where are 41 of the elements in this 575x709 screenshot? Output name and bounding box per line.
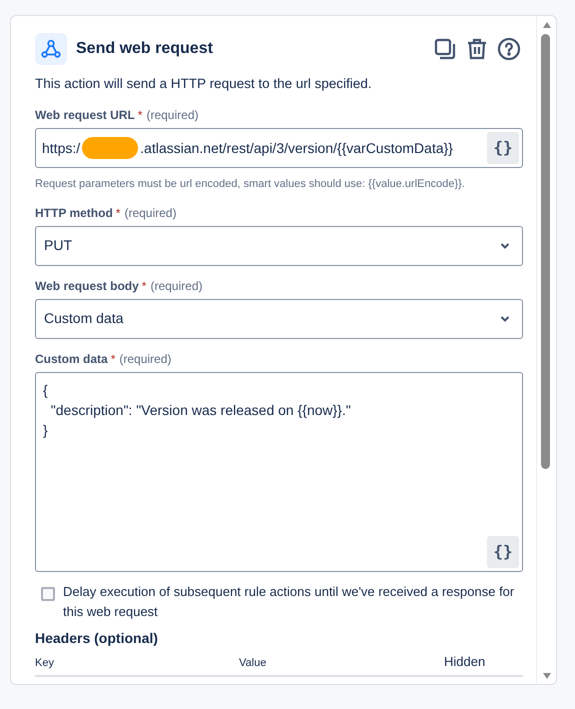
card-title: Send web request — [76, 39, 213, 59]
url-text: https:/ — [42, 138, 80, 158]
duplicate-icon[interactable] — [433, 37, 457, 61]
required-mark: * — [138, 107, 142, 124]
column-header: Value — [239, 656, 268, 672]
field-label: Web request body — [35, 278, 139, 295]
scroll-down-icon[interactable] — [542, 672, 552, 680]
required-note: (required) — [146, 107, 198, 124]
help-text: Request parameters must be url encoded, smart values should use: {{value.urlEncode}}. — [35, 177, 466, 192]
trash-icon[interactable] — [465, 37, 489, 61]
field-label: Web request URL — [35, 107, 135, 124]
checkbox-label: Delay execution of subsequent rule actions until we've received a response for this web request — [63, 582, 516, 621]
checkbox[interactable] — [41, 586, 55, 601]
scrollbar-thumb[interactable] — [541, 34, 550, 469]
column-header: Hidden — [444, 653, 486, 672]
required-note: (required) — [119, 350, 172, 368]
code-line: "description": "Version was released on {{now}}." — [50, 400, 351, 420]
help-icon[interactable] — [497, 37, 521, 61]
webhook-icon — [35, 33, 67, 65]
url-text: .atlassian.net/rest/api/3/version/{{varCustomData}} — [140, 138, 453, 158]
required-note: (required) — [124, 204, 176, 222]
required-note: (required) — [150, 278, 202, 295]
required-mark: * — [116, 204, 120, 222]
field-label: HTTP method — [35, 204, 113, 222]
chevron-down-icon — [500, 242, 510, 250]
smart-value-button[interactable]: {} — [487, 536, 519, 568]
description-text: This action will send a HTTP request to the url specified. — [35, 75, 373, 93]
field-label: Custom data — [35, 350, 108, 368]
chevron-down-icon — [500, 314, 510, 323]
method-dropdown[interactable]: PUT — [35, 226, 523, 266]
url-field[interactable]: https:/ .atlassian.net/rest/api/3/version/{{varCustomData}} {} — [35, 128, 523, 168]
required-mark: * — [110, 350, 116, 368]
required-mark: * — [142, 278, 146, 295]
custom-data-field[interactable]: { "description": "Version was released on {{now}}." } {} — [35, 372, 523, 572]
column-header: Key — [35, 656, 55, 672]
section-heading: Headers (optional) — [35, 628, 159, 648]
body-dropdown[interactable]: Custom data — [35, 298, 523, 339]
code-line: } — [43, 420, 48, 440]
code-line: { — [43, 380, 48, 400]
scroll-up-icon[interactable] — [542, 21, 552, 29]
smart-value-button[interactable]: {} — [487, 132, 519, 164]
